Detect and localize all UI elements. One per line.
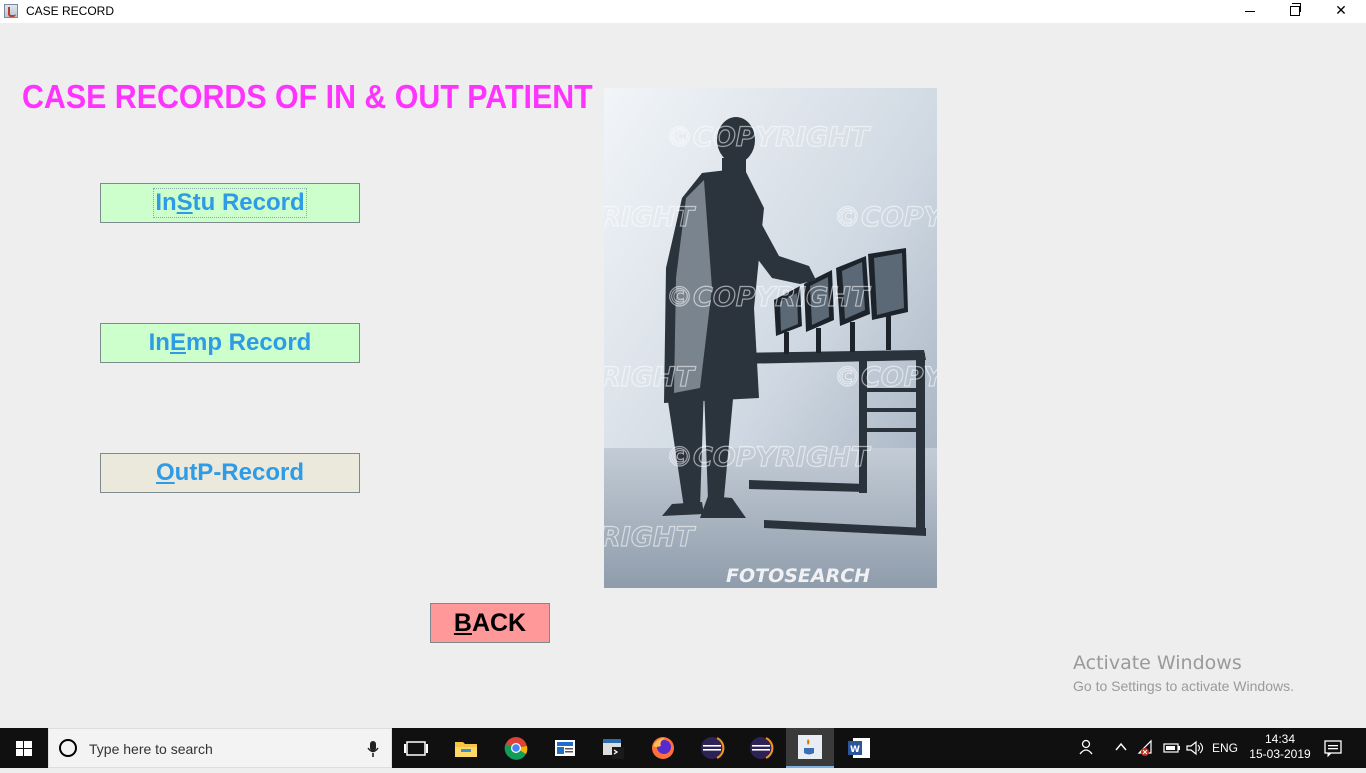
windows-logo-icon (16, 741, 32, 756)
taskbar-search[interactable]: Type here to search (48, 728, 392, 768)
activate-title: Activate Windows (1073, 652, 1242, 674)
back-button[interactable]: BACK (430, 603, 550, 643)
close-button[interactable]: ✕ (1318, 0, 1364, 23)
file-explorer-icon[interactable] (452, 734, 480, 762)
language-indicator[interactable]: ENG (1212, 741, 1238, 755)
cortana-icon (59, 739, 77, 757)
activate-windows-notice: Activate Windows Go to Settings to activ… (1073, 652, 1294, 694)
doctor-photo-image: ©COPYRIGHT RIGHT ©COPY ©COPYRIGHT RIGHT … (604, 88, 937, 588)
window-title: CASE RECORD (26, 4, 115, 18)
close-icon: ✕ (1335, 3, 1347, 19)
instu-record-label: InStu Record (153, 188, 307, 218)
network-icon[interactable] (1137, 739, 1157, 759)
eclipse-icon[interactable] (698, 734, 726, 762)
back-label-mnemonic: B (453, 609, 472, 637)
restore-icon (1290, 3, 1301, 16)
instu-label-pre: In (155, 189, 177, 216)
instu-label-mnemonic: S (176, 189, 193, 216)
svg-text:W: W (850, 745, 860, 755)
java-cup-icon (798, 735, 822, 759)
taskbar-clock[interactable]: 14:34 15-03-2019 (1247, 732, 1313, 762)
taskbar-java-app[interactable] (786, 728, 834, 768)
outp-label-mnemonic: O (155, 459, 175, 486)
start-button[interactable] (0, 728, 48, 768)
outp-record-button[interactable]: OutP-Record (100, 453, 360, 493)
task-view-icon[interactable] (402, 734, 430, 762)
search-placeholder: Type here to search (89, 741, 213, 757)
watermark-7: ©COPYRIGHT (666, 442, 872, 473)
doctor-photo: ©COPYRIGHT RIGHT ©COPY ©COPYRIGHT RIGHT … (604, 88, 937, 588)
window-title-bar: CASE RECORD ✕ (0, 0, 1366, 23)
inemp-label-mnemonic: E (169, 329, 186, 356)
taskbar: Type here to search W ENG 14:34 15-03-20… (0, 728, 1366, 768)
activate-subtitle: Go to Settings to activate Windows. (1073, 678, 1294, 694)
microphone-icon[interactable] (367, 739, 379, 759)
volume-icon[interactable] (1185, 739, 1205, 757)
inemp-label-post: mp Record (185, 329, 312, 356)
people-icon[interactable] (1078, 738, 1098, 758)
watermark-6: ©COPY (834, 362, 937, 393)
watermark-2: RIGHT (604, 202, 697, 233)
page-title: CASE RECORDS OF IN & OUT PATIENT (22, 78, 593, 115)
minimize-button[interactable] (1227, 0, 1273, 23)
instu-label-post: tu Record (192, 189, 305, 216)
chrome-icon[interactable] (502, 734, 530, 762)
clock-time: 14:34 (1264, 732, 1296, 746)
photo-brand: FOTOSEARCH (726, 565, 870, 587)
instu-record-button[interactable]: InStu Record (100, 183, 360, 223)
inemp-record-button[interactable]: InEmp Record (100, 323, 360, 363)
watermark-3: ©COPY (834, 202, 937, 233)
minimize-icon (1245, 10, 1255, 12)
watermark-8: RIGHT (604, 522, 697, 553)
terminal-app-icon[interactable] (600, 734, 628, 762)
inemp-label-pre: In (148, 329, 170, 356)
outp-label-post: utP-Record (174, 459, 304, 486)
watermark-5: RIGHT (604, 362, 697, 393)
watermark-1: ©COPYRIGHT (666, 122, 872, 153)
word-icon[interactable]: W (845, 734, 873, 762)
eclipse-icon[interactable] (747, 734, 775, 762)
battery-icon[interactable] (1162, 740, 1182, 756)
back-label-post: ACK (471, 609, 527, 637)
java-app-icon (4, 4, 18, 18)
firefox-icon[interactable] (649, 734, 677, 762)
watermark-4: ©COPYRIGHT (666, 282, 872, 313)
notifications-icon[interactable] (1322, 738, 1344, 758)
outlook-icon[interactable] (551, 734, 579, 762)
chevron-up-icon[interactable] (1114, 741, 1128, 753)
clock-date: 15-03-2019 (1249, 747, 1311, 761)
restore-button[interactable] (1272, 0, 1318, 23)
